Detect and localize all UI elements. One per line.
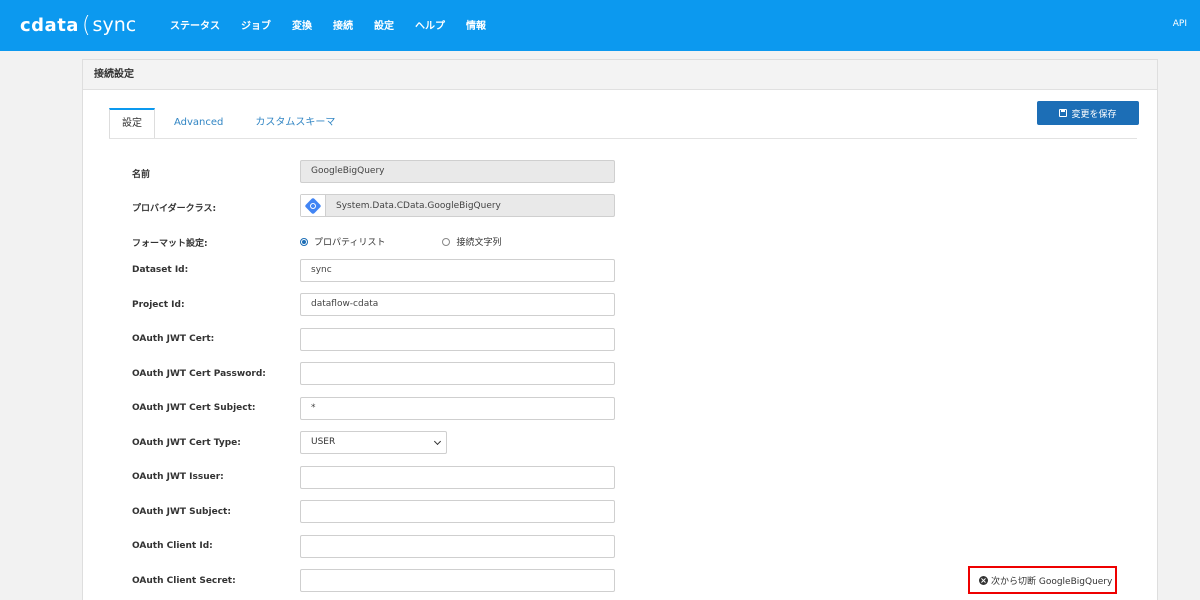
oauth-client-secret-label: OAuth Client Secret: xyxy=(132,576,236,586)
radio-connection-string-label: 接続文字列 xyxy=(456,238,502,248)
chevron-down-icon xyxy=(433,437,442,446)
tab-settings[interactable]: 設定 xyxy=(109,108,155,139)
format-setting-label: フォーマット設定: xyxy=(132,239,208,249)
radio-property-list[interactable] xyxy=(300,237,308,246)
google-bigquery-icon xyxy=(304,197,322,214)
oauth-jwt-issuer-label: OAuth JWT Issuer: xyxy=(132,472,224,482)
project-id-input[interactable]: dataflow-cdata xyxy=(300,293,615,316)
save-changes-label: 変更を保存 xyxy=(1071,109,1117,120)
top-navigation-bar: cdata ( sync ステータス ジョブ 変換 接続 設定 ヘルプ 情報 A… xyxy=(0,0,1200,51)
provider-class-field[interactable]: System.Data.CData.GoogleBigQuery xyxy=(300,194,615,217)
tab-divider xyxy=(109,138,1137,139)
format-option-connection-string[interactable]: 接続文字列 xyxy=(442,235,501,248)
oauth-client-id-input[interactable] xyxy=(300,535,615,558)
format-radio-group: プロパティリスト 接続文字列 xyxy=(300,235,501,248)
logo-separator: ( xyxy=(81,12,91,38)
nav-info[interactable]: 情報 xyxy=(466,17,486,32)
format-option-property-list[interactable]: プロパティリスト xyxy=(300,235,385,248)
cdata-sync-logo[interactable]: cdata ( sync xyxy=(20,10,136,40)
nav-connections[interactable]: 接続 xyxy=(333,17,353,32)
tab-custom-schema[interactable]: カスタムスキーマ xyxy=(243,108,347,139)
oauth-jwt-subject-input[interactable] xyxy=(300,500,615,523)
disconnect-label: 次から切断 GoogleBigQuery xyxy=(991,576,1113,587)
oauth-jwt-cert-password-label: OAuth JWT Cert Password: xyxy=(132,369,266,379)
name-field[interactable]: GoogleBigQuery xyxy=(300,160,615,183)
logo-cdata-text: cdata xyxy=(20,14,79,36)
panel-title: 接続設定 xyxy=(83,60,1157,90)
api-link[interactable]: API xyxy=(1173,19,1187,29)
oauth-jwt-cert-type-label: OAuth JWT Cert Type: xyxy=(132,438,241,448)
connection-settings-panel: 接続設定 設定 Advanced カスタムスキーマ 変更を保存 名前 Googl… xyxy=(82,59,1158,600)
oauth-jwt-cert-password-input[interactable] xyxy=(300,362,615,385)
nav-transform[interactable]: 変換 xyxy=(292,17,312,32)
provider-icon-box xyxy=(301,195,326,216)
nav-jobs[interactable]: ジョブ xyxy=(241,17,271,32)
settings-tabs: 設定 Advanced カスタムスキーマ xyxy=(109,108,347,139)
disconnect-circle-icon: × xyxy=(979,575,988,585)
nav-settings[interactable]: 設定 xyxy=(374,17,394,32)
radio-property-list-label: プロパティリスト xyxy=(314,238,386,248)
nav-status[interactable]: ステータス xyxy=(170,17,220,32)
save-changes-button[interactable]: 変更を保存 xyxy=(1037,101,1139,125)
oauth-jwt-cert-subject-input[interactable]: * xyxy=(300,397,615,420)
disconnect-button[interactable]: × 次から切断 GoogleBigQuery xyxy=(968,566,1117,594)
oauth-jwt-cert-type-select[interactable]: USER xyxy=(300,431,447,454)
oauth-jwt-cert-subject-label: OAuth JWT Cert Subject: xyxy=(132,403,256,413)
save-disk-icon xyxy=(1059,109,1068,117)
main-nav: ステータス ジョブ 変換 接続 設定 ヘルプ 情報 xyxy=(170,17,507,32)
name-label: 名前 xyxy=(132,170,151,180)
oauth-jwt-cert-type-value: USER xyxy=(311,437,336,447)
oauth-client-id-label: OAuth Client Id: xyxy=(132,541,213,551)
nav-help[interactable]: ヘルプ xyxy=(415,17,445,32)
radio-connection-string[interactable] xyxy=(442,237,451,246)
project-id-label: Project Id: xyxy=(132,300,185,310)
provider-class-label: プロバイダークラス: xyxy=(132,204,217,214)
provider-class-value: System.Data.CData.GoogleBigQuery xyxy=(336,200,501,211)
oauth-client-secret-input[interactable] xyxy=(300,569,615,592)
dataset-id-label: Dataset Id: xyxy=(132,265,189,275)
oauth-jwt-cert-input[interactable] xyxy=(300,328,615,351)
logo-sync-text: sync xyxy=(92,14,137,36)
tab-advanced[interactable]: Advanced xyxy=(162,108,235,139)
dataset-id-input[interactable]: sync xyxy=(300,259,615,282)
oauth-jwt-issuer-input[interactable] xyxy=(300,466,615,489)
oauth-jwt-subject-label: OAuth JWT Subject: xyxy=(132,507,231,517)
oauth-jwt-cert-label: OAuth JWT Cert: xyxy=(132,334,215,344)
